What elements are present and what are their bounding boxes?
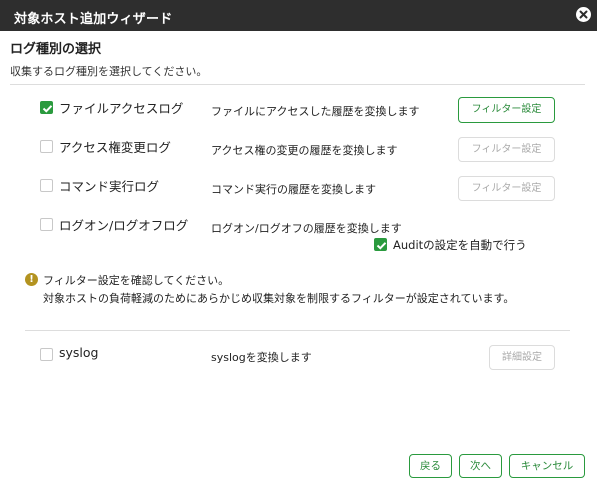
checkbox-syslog[interactable] xyxy=(40,348,53,361)
checkbox-permission-change-log[interactable] xyxy=(40,140,53,153)
check-icon xyxy=(42,105,53,113)
checkbox-file-access-log[interactable] xyxy=(40,101,53,114)
checkbox-command-exec-log[interactable] xyxy=(40,179,53,192)
notice-line-1: フィルター設定を確認してください。 xyxy=(43,274,230,287)
notice-line-2: 対象ホストの負荷軽減のためにあらかじめ収集対象を制限するフィルターが設定されてい… xyxy=(43,292,515,305)
checkbox-audit-auto[interactable] xyxy=(374,238,387,251)
log-description-logon-logoff: ログオン/ログオフの履歴を変換します xyxy=(211,222,402,235)
log-description-command-exec: コマンド実行の履歴を変換します xyxy=(211,183,376,196)
log-label-logon-logoff: ログオン/ログオフログ xyxy=(59,218,189,233)
log-description-permission-change: アクセス権の変更の履歴を変換します xyxy=(211,144,398,157)
filter-settings-button-command-exec[interactable]: フィルター設定 xyxy=(458,176,555,201)
log-label-command-exec: コマンド実行ログ xyxy=(59,179,160,194)
back-button[interactable]: 戻る xyxy=(409,454,452,478)
audit-auto-label: Auditの設定を自動で行う xyxy=(393,238,527,252)
next-button[interactable]: 次へ xyxy=(459,454,502,478)
section-title: ログ種別の選択 xyxy=(10,42,102,57)
cancel-button[interactable]: キャンセル xyxy=(509,454,585,478)
window-title: 対象ホスト追加ウィザード xyxy=(14,12,173,27)
filter-settings-button-permission-change[interactable]: フィルター設定 xyxy=(458,137,555,162)
check-icon xyxy=(376,242,387,250)
log-description-syslog: syslogを変換します xyxy=(211,351,312,364)
filter-settings-button-file-access[interactable]: フィルター設定 xyxy=(458,97,555,123)
log-description-file-access: ファイルにアクセスした履歴を変換します xyxy=(211,105,420,118)
log-label-syslog: syslog xyxy=(59,345,99,360)
log-label-permission-change: アクセス権変更ログ xyxy=(59,140,171,155)
warning-icon: ! xyxy=(25,273,38,286)
checkbox-logon-logoff-log[interactable] xyxy=(40,218,53,231)
section-description: 収集するログ種別を選択してください。 xyxy=(10,65,208,78)
log-label-file-access: ファイルアクセスログ xyxy=(59,101,184,116)
divider xyxy=(25,330,570,331)
divider xyxy=(10,84,585,85)
close-icon[interactable] xyxy=(576,7,591,22)
detail-settings-button-syslog[interactable]: 詳細設定 xyxy=(489,345,555,370)
title-bar: 対象ホスト追加ウィザード xyxy=(0,0,597,31)
